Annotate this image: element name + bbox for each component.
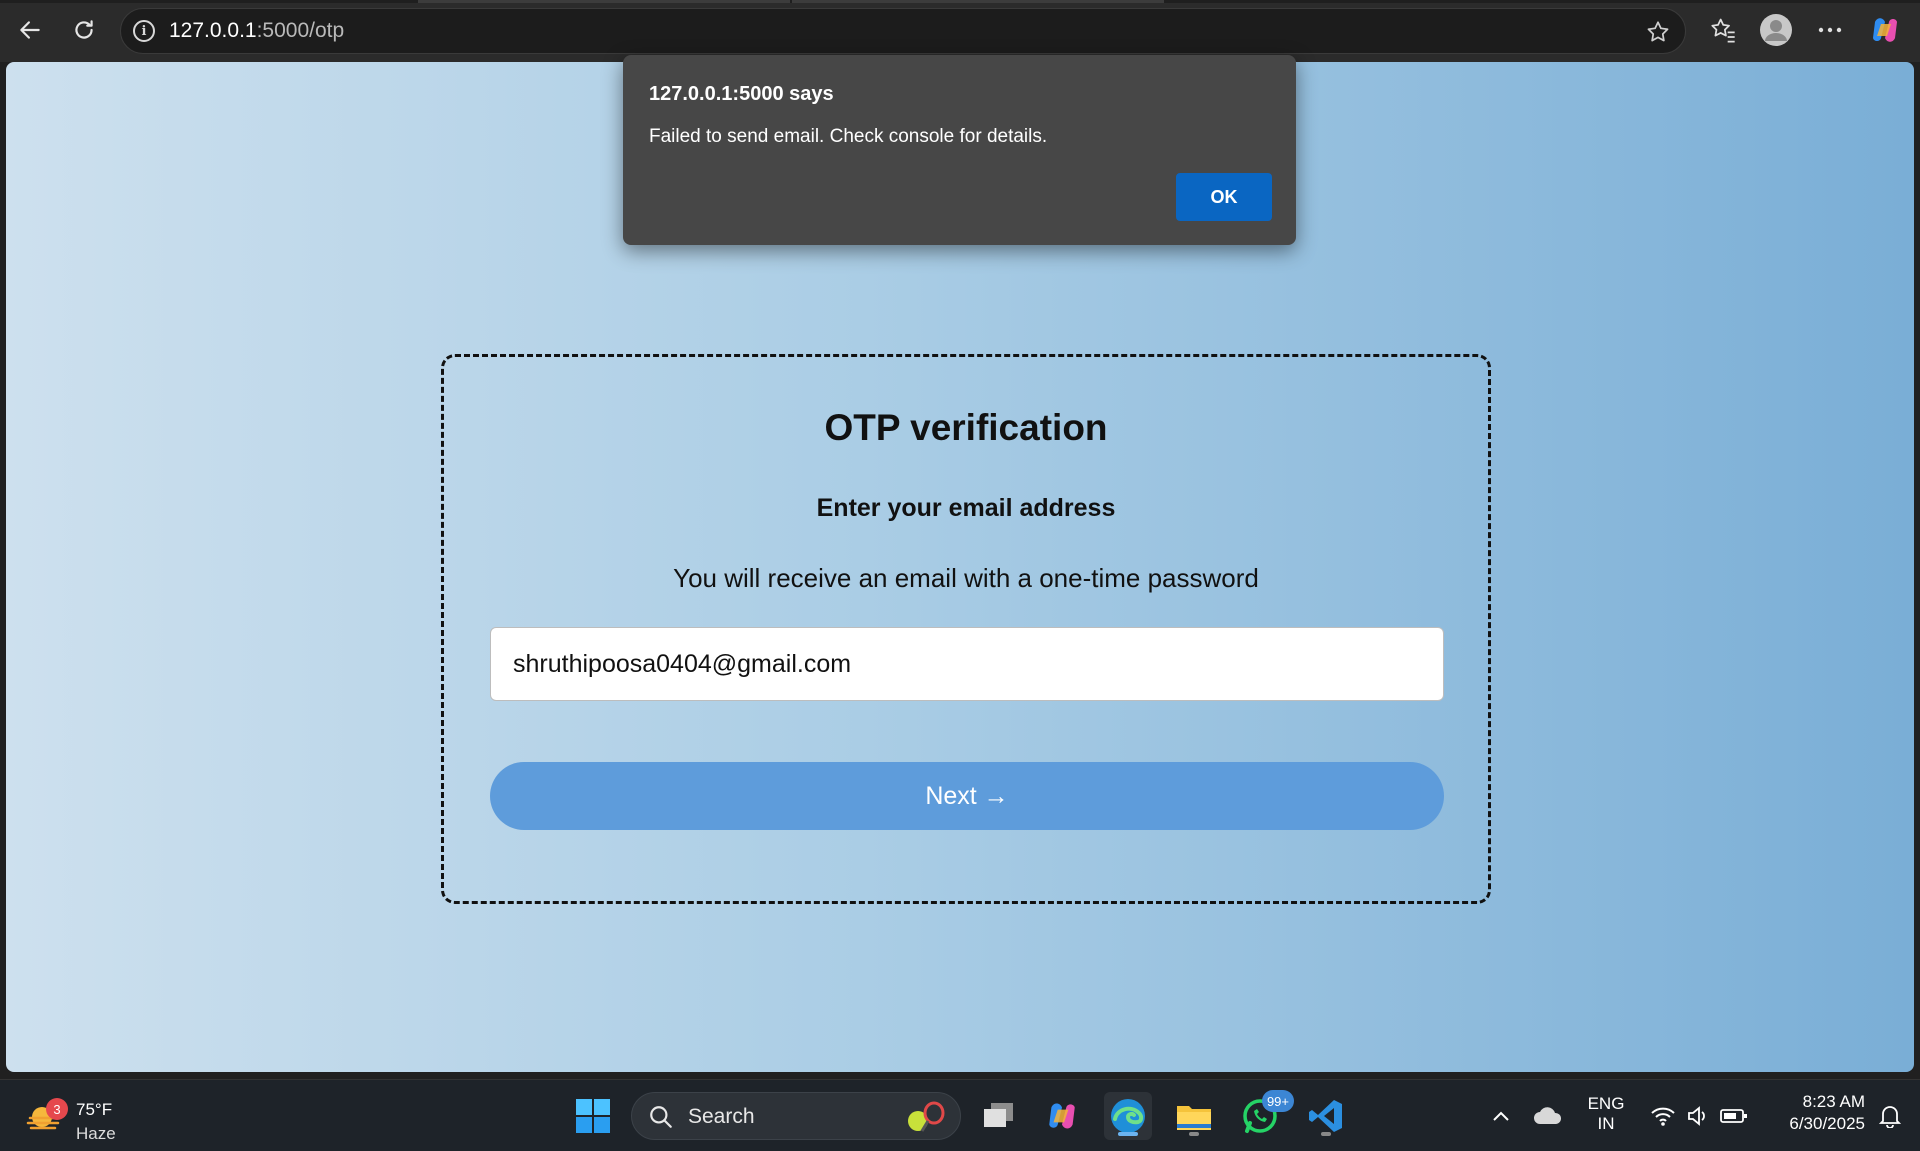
whatsapp-badge: 99+ bbox=[1261, 1090, 1294, 1112]
profile-avatar-icon[interactable] bbox=[1759, 13, 1793, 47]
file-explorer-app[interactable] bbox=[1170, 1092, 1218, 1140]
open-app-indicator bbox=[1321, 1132, 1331, 1136]
cloud-icon bbox=[1534, 1107, 1562, 1124]
show-hidden-icons[interactable] bbox=[1477, 1092, 1525, 1140]
whatsapp-app[interactable]: 99+ bbox=[1236, 1090, 1294, 1140]
alert-dialog: 127.0.0.1:5000 says Failed to send email… bbox=[623, 55, 1296, 245]
dialog-message: Failed to send email. Check console for … bbox=[649, 126, 1048, 147]
region-code: IN bbox=[1597, 1114, 1615, 1133]
active-app-indicator bbox=[1118, 1132, 1138, 1136]
chevron-up-icon bbox=[1493, 1111, 1509, 1121]
tab-indicator[interactable] bbox=[418, 0, 790, 3]
wifi-icon bbox=[1651, 1107, 1675, 1126]
page-description: You will receive an email with a one-tim… bbox=[673, 563, 1259, 593]
onedrive-tray[interactable] bbox=[1524, 1092, 1572, 1140]
clock[interactable]: 8:23 AM 6/30/2025 bbox=[1765, 1092, 1865, 1134]
dialog-title: 127.0.0.1:5000 says bbox=[649, 83, 834, 105]
reload-button[interactable] bbox=[66, 12, 102, 48]
more-options-icon[interactable] bbox=[1813, 13, 1847, 47]
vscode-icon bbox=[1309, 1100, 1342, 1132]
taskbar: 3 75°F Haze Search 99+ ENG IN 8:23 AM 6/… bbox=[0, 1079, 1920, 1151]
reload-icon bbox=[75, 20, 93, 39]
site-info-icon[interactable]: i bbox=[133, 20, 155, 42]
browser-toolbar: i 127.0.0.1:5000/otp bbox=[0, 0, 1920, 62]
page-title: OTP verification bbox=[824, 407, 1108, 448]
volume-icon bbox=[1688, 1106, 1705, 1126]
notification-bell-icon bbox=[1879, 1106, 1901, 1128]
email-input[interactable] bbox=[490, 627, 1444, 701]
weather-badge: 3 bbox=[46, 1098, 68, 1120]
search-label: Search bbox=[688, 1105, 755, 1128]
vscode-app[interactable] bbox=[1302, 1092, 1350, 1140]
otp-card: OTP verification Enter your email addres… bbox=[441, 354, 1491, 904]
windows-logo-icon bbox=[576, 1099, 610, 1133]
weather-widget[interactable]: 3 75°F Haze bbox=[24, 1088, 134, 1144]
search-icon bbox=[650, 1106, 672, 1128]
tab-strip bbox=[0, 0, 1920, 3]
language-code: ENG bbox=[1587, 1094, 1625, 1113]
address-bar[interactable]: i 127.0.0.1:5000/otp bbox=[120, 8, 1686, 54]
task-view-icon bbox=[984, 1103, 1013, 1127]
page-subtitle: Enter your email address bbox=[816, 494, 1116, 522]
start-button[interactable] bbox=[569, 1092, 617, 1140]
system-tray-status[interactable] bbox=[1639, 1092, 1759, 1140]
tab-indicator[interactable] bbox=[792, 0, 1164, 3]
copilot-app-icon bbox=[1049, 1103, 1075, 1129]
weather-temperature: 75°F bbox=[76, 1100, 113, 1119]
battery-icon bbox=[1720, 1109, 1747, 1123]
clock-date: 6/30/2025 bbox=[1789, 1114, 1865, 1133]
back-arrow-icon bbox=[20, 21, 40, 39]
folder-icon bbox=[1177, 1106, 1211, 1130]
copilot-app[interactable] bbox=[1038, 1092, 1086, 1140]
notification-center[interactable] bbox=[1872, 1092, 1908, 1140]
favorite-star-icon[interactable] bbox=[1645, 19, 1671, 50]
copilot-icon[interactable] bbox=[1868, 13, 1902, 47]
tennis-icon bbox=[908, 1101, 945, 1132]
dialog-ok-button[interactable]: OK bbox=[1176, 173, 1272, 221]
clock-time: 8:23 AM bbox=[1802, 1092, 1865, 1111]
open-app-indicator bbox=[1189, 1132, 1199, 1136]
back-button[interactable] bbox=[12, 12, 48, 48]
next-button[interactable]: Next → bbox=[490, 762, 1444, 830]
taskbar-search[interactable]: Search bbox=[631, 1092, 961, 1140]
weather-condition: Haze bbox=[76, 1124, 116, 1143]
task-view-button[interactable] bbox=[975, 1092, 1023, 1140]
edge-browser-icon bbox=[1111, 1099, 1145, 1133]
url-path: :5000/otp bbox=[256, 19, 345, 42]
url-host: 127.0.0.1 bbox=[169, 19, 257, 42]
edge-app[interactable] bbox=[1104, 1092, 1152, 1140]
favorites-icon[interactable] bbox=[1706, 13, 1740, 47]
language-indicator[interactable]: ENG IN bbox=[1578, 1094, 1634, 1134]
address-url[interactable]: 127.0.0.1:5000/otp bbox=[169, 19, 344, 43]
